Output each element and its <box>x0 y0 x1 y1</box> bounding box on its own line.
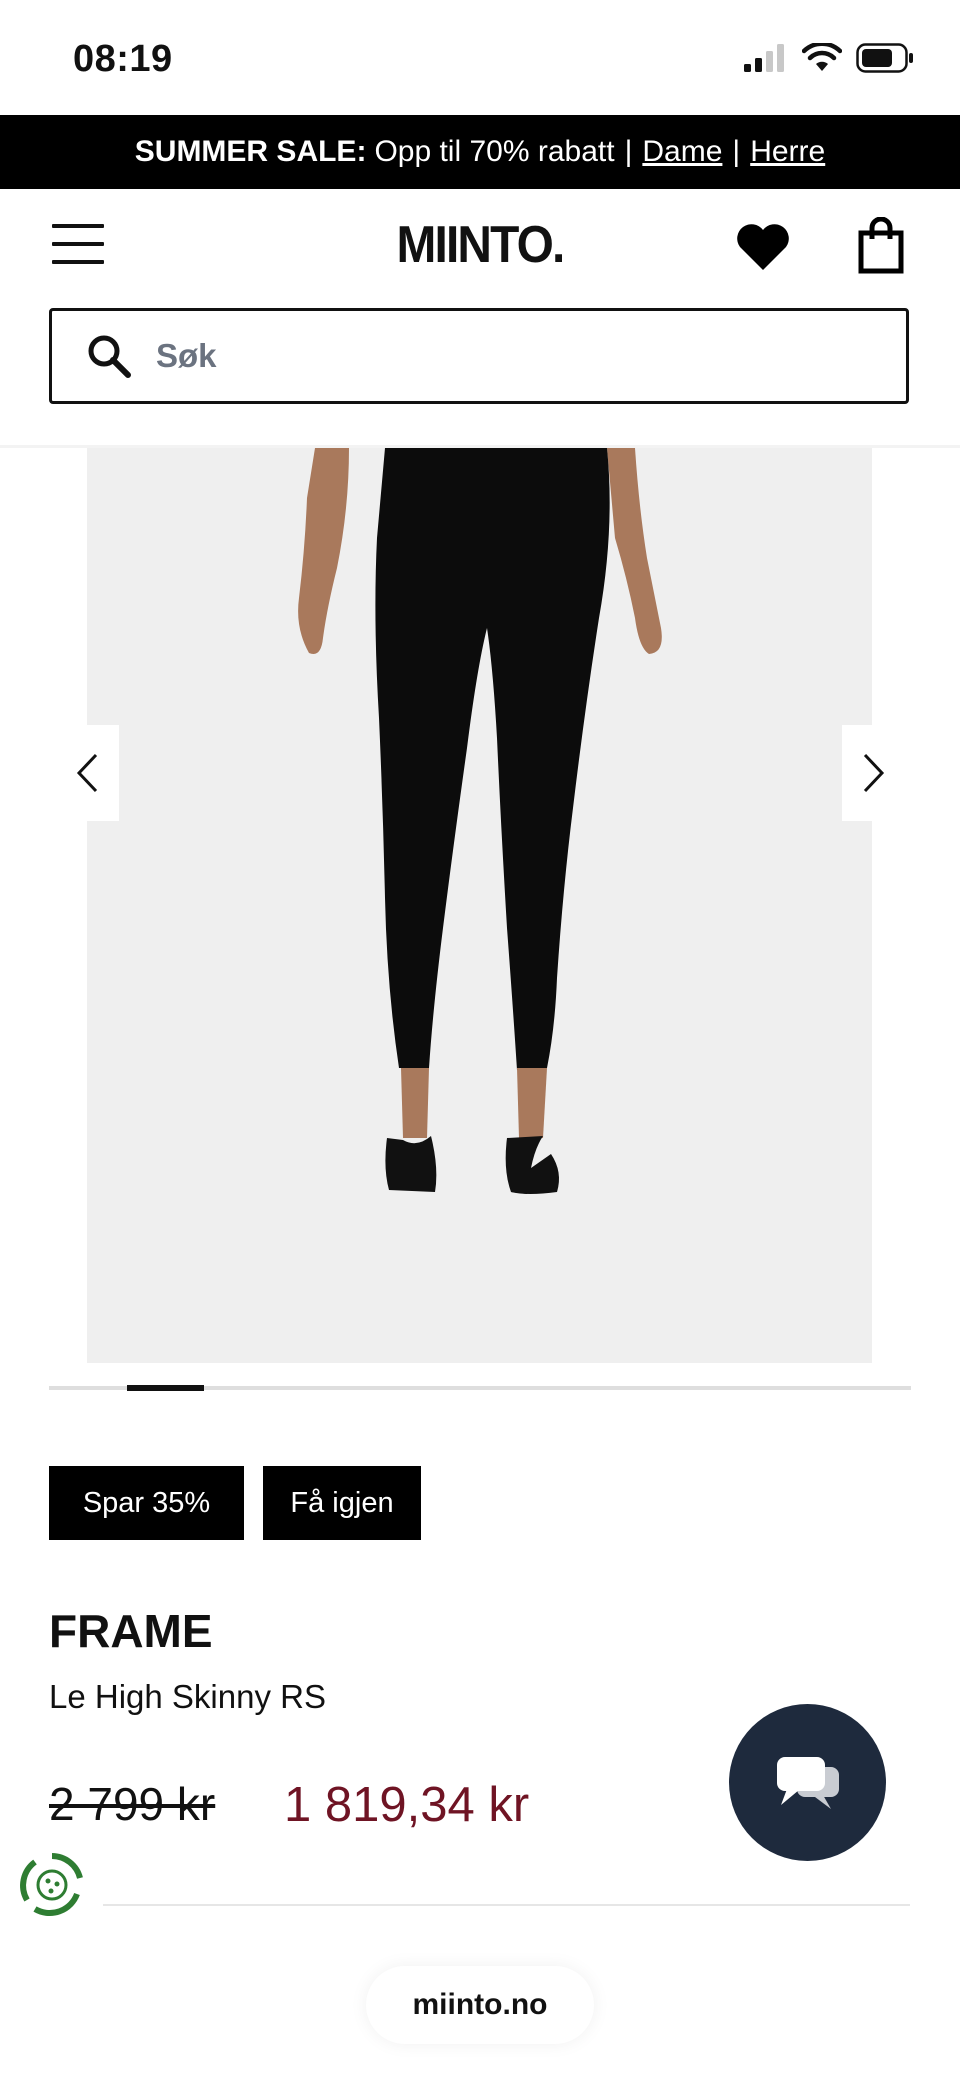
search-icon <box>88 335 131 378</box>
wifi-icon <box>802 43 842 71</box>
search-input[interactable] <box>154 336 858 376</box>
promo-text: Opp til 70% rabatt <box>374 135 615 168</box>
carousel-next-button[interactable] <box>842 725 906 821</box>
battery-icon <box>856 43 913 73</box>
promo-separator: | <box>624 135 633 168</box>
status-icons <box>744 43 914 73</box>
status-time: 08:19 <box>73 38 173 80</box>
promo-separator: | <box>732 135 741 168</box>
cashback-badge[interactable]: Få igjen <box>263 1466 421 1540</box>
site-header: MIINTO. <box>0 189 960 309</box>
chevron-right-icon <box>863 753 885 793</box>
promo-link-men[interactable]: Herre <box>750 135 825 169</box>
sale-price: 1 819,34 kr <box>284 1778 530 1832</box>
carousel-progress <box>49 1385 911 1391</box>
chat-icon <box>776 1756 839 1809</box>
discount-badge: Spar 35% <box>49 1466 244 1540</box>
promo-link-women[interactable]: Dame <box>642 135 722 169</box>
product-photo <box>298 448 662 1194</box>
product-brand[interactable]: FRAME <box>49 1604 213 1658</box>
original-price: 2 799 kr <box>49 1778 216 1830</box>
promo-banner: SUMMER SALE: Opp til 70% rabatt | Dame |… <box>0 115 960 189</box>
browser-url-bar[interactable]: miinto.no <box>366 1966 594 2044</box>
heart-icon[interactable] <box>735 222 791 272</box>
carousel-progress-indicator <box>126 1385 205 1391</box>
chevron-left-icon <box>76 753 98 793</box>
product-name: Le High Skinny RS <box>49 1678 326 1715</box>
carousel-prev-button[interactable] <box>55 725 119 821</box>
search-bar[interactable] <box>49 308 909 404</box>
signal-icon <box>744 44 784 72</box>
product-image[interactable] <box>87 448 872 1363</box>
section-divider <box>103 1904 910 1906</box>
shopping-bag-icon[interactable] <box>857 216 905 275</box>
chat-button[interactable] <box>729 1704 886 1861</box>
status-bar: 08:19 <box>0 0 960 115</box>
cookie-settings-icon[interactable] <box>17 1850 87 1920</box>
promo-highlight: SUMMER SALE: <box>134 135 367 168</box>
